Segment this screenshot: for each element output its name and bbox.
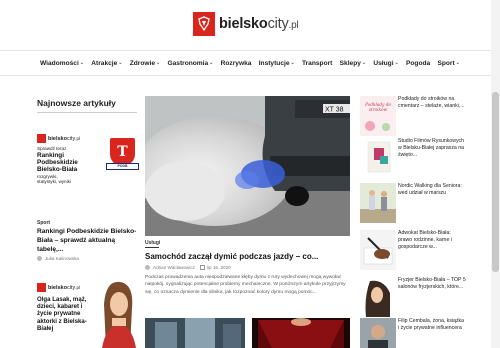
article-thumbnail[interactable] bbox=[145, 318, 245, 348]
svg-text:XT 38: XT 38 bbox=[325, 107, 344, 114]
club-crest-ribbon: PODB bbox=[106, 163, 139, 170]
calendar-icon bbox=[199, 265, 205, 270]
nav-item-sport[interactable]: Sport ⌄ bbox=[437, 60, 459, 67]
chevron-down-icon: ⌄ bbox=[118, 60, 123, 66]
sidebar-article-title: Filip Cembala, żona, książka i życie pry… bbox=[398, 318, 465, 332]
article-thumbnail[interactable] bbox=[252, 318, 350, 348]
sidebar-article[interactable]: Nordic Walking dla Seniora: wed udział w… bbox=[360, 183, 465, 223]
nav-divider-top bbox=[0, 50, 500, 51]
nav-item-rozrywka[interactable]: Rozrywka bbox=[221, 60, 252, 67]
chevron-down-icon: ⌄ bbox=[394, 60, 399, 66]
nav-item-transport[interactable]: Transport bbox=[302, 60, 332, 67]
sidebar-article[interactable]: Podkłady do stroików Podkłady do stroikó… bbox=[360, 96, 465, 136]
section-divider bbox=[37, 112, 137, 113]
sidebar-article-title: Studio Filmów Rysunkowych w Bielsku-Biał… bbox=[398, 138, 465, 159]
chevron-down-icon: ⌄ bbox=[361, 60, 367, 66]
category-label[interactable]: Usługi bbox=[145, 240, 160, 246]
sidebar-article-title: Fryzjer Bielsko-Biała – TOP 5 salonów fr… bbox=[398, 277, 466, 291]
chevron-down-icon: ⌄ bbox=[79, 60, 84, 66]
sidebar-article-title: Nordic Walking dla Seniora: wed udział w… bbox=[398, 183, 462, 197]
article-thumbnail bbox=[360, 277, 396, 317]
chevron-down-icon: ⌄ bbox=[455, 60, 460, 66]
chevron-down-icon: ⌄ bbox=[290, 60, 295, 66]
featured-article-excerpt: Podczas prowadzenia auta niespodziewane … bbox=[145, 275, 346, 295]
article-thumbnail bbox=[360, 183, 396, 223]
avatar bbox=[145, 265, 150, 270]
nav-item-gastronomia[interactable]: Gastronomia ⌄ bbox=[168, 60, 214, 67]
featured-article-title[interactable]: Samochód zaczął dymić podczas jazdy – co… bbox=[145, 252, 318, 261]
logo-text: bielskocity.pl bbox=[219, 16, 299, 32]
sidebar-article[interactable]: Fryzjer Bielsko-Biała – TOP 5 salonów fr… bbox=[360, 277, 466, 317]
main-nav: Wiadomości ⌄ Atrakcje ⌄ Zdrowie ⌄ Gastronom… bbox=[40, 52, 460, 74]
logo-emblem-icon bbox=[193, 12, 215, 36]
logo-emblem-icon bbox=[37, 134, 46, 143]
article-thumbnail bbox=[360, 138, 396, 178]
article-author[interactable]: Julia Kalinowska bbox=[37, 256, 79, 261]
article-author[interactable]: Adrian Wacławowicz bbox=[153, 265, 195, 270]
article-thumbnail: Podkłady do stroików bbox=[360, 96, 396, 136]
avatar bbox=[37, 256, 42, 261]
nav-divider-bottom bbox=[0, 75, 500, 76]
chevron-down-icon: ⌄ bbox=[209, 60, 214, 66]
article-title-link[interactable]: Rankingi Podbeskidzie Bielsko-Biała – sp… bbox=[37, 227, 137, 254]
nav-item-wiadomosci[interactable]: Wiadomości ⌄ bbox=[40, 60, 84, 67]
nav-item-zdrowie[interactable]: Zdrowie ⌄ bbox=[130, 60, 160, 67]
sidebar-article[interactable]: Studio Filmów Rysunkowych w Bielsku-Biał… bbox=[360, 138, 465, 178]
nav-item-pogoda[interactable]: Pogoda bbox=[406, 60, 430, 67]
site-logo[interactable]: bielskocity.pl bbox=[193, 11, 299, 37]
sidebar-article-title: Adwokat Bielsko-Biała: prawo rodzinne, k… bbox=[398, 230, 452, 251]
nav-item-atrakcje[interactable]: Atrakcje ⌄ bbox=[91, 60, 122, 67]
nav-item-instytucje[interactable]: Instytucje ⌄ bbox=[259, 60, 295, 67]
chevron-down-icon: ⌄ bbox=[156, 60, 161, 66]
nav-item-sklepy[interactable]: Sklepy ⌄ bbox=[340, 60, 366, 67]
woman-photo bbox=[98, 274, 138, 348]
article-thumbnail bbox=[360, 318, 396, 348]
logo-emblem-icon bbox=[37, 283, 46, 292]
sidebar-article[interactable]: Filip Cembala, żona, książka i życie pry… bbox=[360, 318, 465, 348]
hero-image-link[interactable]: XT 38 bbox=[145, 96, 350, 236]
promo-heading[interactable]: Olga Lasak, mąż, dzieci, kabaret i życie… bbox=[37, 296, 97, 332]
section-title: Najnowsze artykuły bbox=[37, 98, 116, 108]
category-underline bbox=[145, 247, 159, 248]
featured-article-meta: Adrian Wacławowicz lip 16, 2020 bbox=[145, 265, 231, 270]
sidebar-article-title: Podkłady do stroików na cmentarz – stela… bbox=[398, 96, 465, 110]
club-crest-icon: T bbox=[110, 138, 135, 166]
sidebar-article[interactable]: Adwokat Bielsko-Biała: prawo rodzinne, k… bbox=[360, 230, 465, 270]
scrollbar-thumb[interactable] bbox=[492, 92, 499, 272]
article-date: lip 16, 2020 bbox=[206, 265, 231, 270]
promo-line: statystyki, wyniki bbox=[37, 179, 71, 185]
article-thumbnail bbox=[360, 230, 396, 270]
nav-item-uslugi[interactable]: Usługi ⌄ bbox=[373, 60, 398, 67]
category-label[interactable]: Sport bbox=[37, 220, 50, 226]
